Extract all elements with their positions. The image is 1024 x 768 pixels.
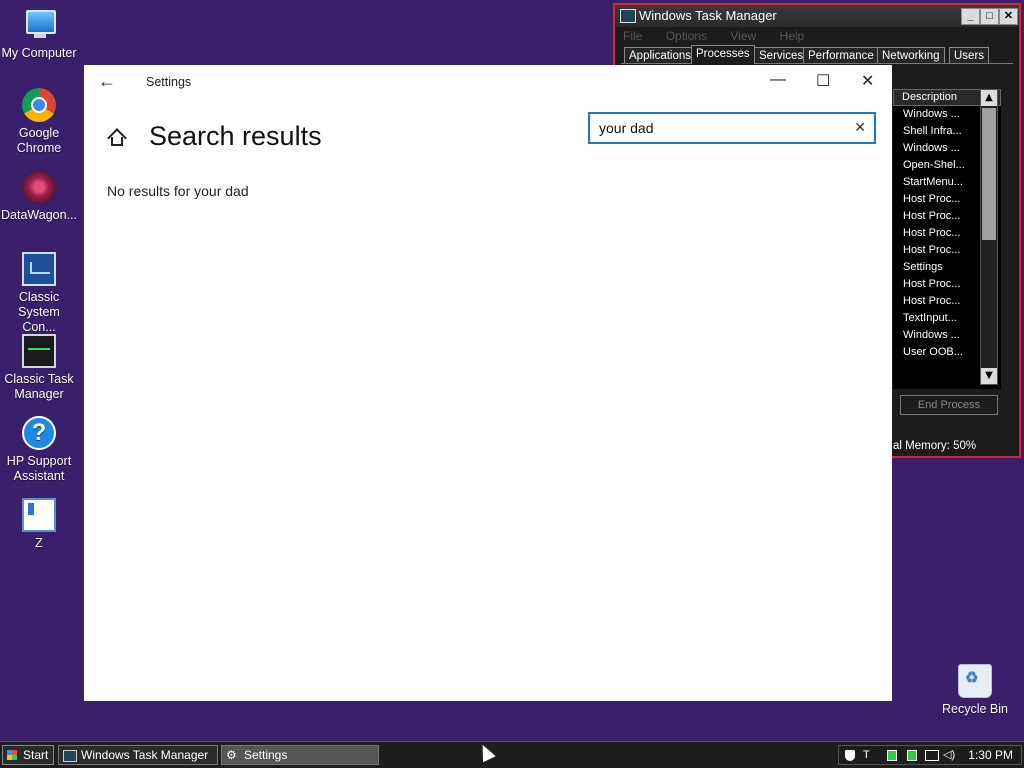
task-manager-icon: [620, 9, 636, 23]
task-manager-titlebar[interactable]: Windows Task Manager _ □ ✕: [615, 5, 1019, 27]
gear-icon: ⚙: [226, 748, 237, 762]
search-input[interactable]: [599, 119, 839, 137]
end-process-button[interactable]: End Process: [900, 395, 998, 415]
tab-services[interactable]: Services: [754, 47, 809, 63]
desktop-icon-label: HP Support Assistant: [6, 454, 72, 483]
status-indicator-icon[interactable]: [907, 750, 917, 761]
start-button[interactable]: Start: [2, 745, 54, 765]
task-manager-tabs: Applications Processes Services Performa…: [621, 45, 1013, 64]
task-manager-title: Windows Task Manager: [639, 8, 777, 23]
scroll-up-arrow-icon[interactable]: ▲: [981, 90, 997, 106]
desktop-icon-datawagon[interactable]: DataWagon...: [0, 170, 78, 223]
desktop-icon-hp-support[interactable]: ? HP Support Assistant: [0, 416, 78, 484]
minimize-button[interactable]: _: [961, 8, 980, 25]
menu-view[interactable]: View: [730, 29, 756, 43]
windows-logo-icon: [7, 750, 17, 760]
desktop-icon-label: Classic Task Manager: [4, 372, 74, 401]
desktop-icon-my-computer[interactable]: My Computer: [0, 8, 78, 61]
menu-file[interactable]: File: [623, 29, 642, 43]
status-indicator-icon[interactable]: [887, 750, 897, 761]
desktop-icon-classic-system-control[interactable]: Classic System Con...: [0, 252, 78, 335]
task-manager-icon: [63, 750, 77, 762]
desktop-icon-google-chrome[interactable]: Google Chrome: [0, 88, 78, 156]
desktop-icon-recycle-bin[interactable]: Recycle Bin: [936, 664, 1014, 717]
recycle-bin-icon: [958, 664, 992, 698]
close-button[interactable]: ✕: [861, 71, 874, 91]
volume-icon[interactable]: ◁): [943, 750, 957, 761]
taskbar-item-settings[interactable]: ⚙ Settings: [221, 745, 379, 765]
tab-processes[interactable]: Processes: [691, 45, 755, 64]
task-manager-icon: [22, 334, 56, 368]
desktop-icon-label: My Computer: [1, 46, 77, 60]
desktop-icon-label: Recycle Bin: [942, 702, 1008, 716]
desktop-icon-label: Classic System Con...: [18, 290, 60, 334]
page-title: Search results: [149, 121, 322, 151]
tab-users[interactable]: Users: [949, 47, 990, 63]
tab-performance[interactable]: Performance: [803, 47, 879, 63]
security-shield-icon[interactable]: [845, 750, 855, 761]
home-icon[interactable]: [107, 128, 127, 148]
document-icon: [22, 498, 56, 532]
maximize-button[interactable]: □: [980, 8, 999, 25]
taskbar: Start Windows Task Manager ⚙ Settings T …: [0, 741, 1024, 768]
taskbar-item-label: Windows Task Manager: [81, 748, 209, 762]
settings-app-title: Settings: [146, 75, 192, 89]
clear-search-icon[interactable]: ✕: [854, 119, 866, 136]
chrome-icon: [22, 88, 56, 122]
clock[interactable]: 1:30 PM: [968, 746, 1013, 764]
start-label: Start: [23, 748, 49, 762]
task-manager-menubar: File Options View Help: [615, 27, 1019, 45]
menu-help[interactable]: Help: [780, 29, 805, 43]
computer-icon: [22, 8, 56, 42]
taskbar-item-label: Settings: [244, 748, 288, 762]
desktop-icon-label: Google Chrome: [16, 126, 62, 155]
scrollbar-thumb[interactable]: [982, 108, 996, 240]
taskbar-item-task-manager[interactable]: Windows Task Manager: [58, 745, 218, 765]
text-input-icon[interactable]: T: [863, 750, 877, 761]
scroll-down-arrow-icon[interactable]: ▼: [981, 368, 997, 384]
desktop-icon-classic-task-manager[interactable]: Classic Task Manager: [0, 334, 78, 402]
help-icon: ?: [22, 416, 56, 450]
minimize-button[interactable]: —: [770, 71, 786, 89]
tab-networking[interactable]: Networking: [877, 47, 945, 63]
datawagon-icon: [22, 170, 56, 204]
desktop-icon-label: Z: [35, 536, 43, 550]
network-icon[interactable]: [925, 750, 939, 761]
process-list-scrollbar[interactable]: ▲ ▼: [980, 89, 998, 385]
system-tray: T ◁) 1:30 PM: [838, 745, 1022, 765]
maximize-button[interactable]: ☐: [816, 71, 830, 91]
desktop-icon-label: DataWagon...: [1, 208, 77, 222]
settings-search-box[interactable]: ✕: [588, 112, 876, 144]
no-results-message: No results for your dad: [107, 183, 249, 199]
control-panel-icon: [22, 252, 56, 286]
close-button[interactable]: ✕: [999, 8, 1018, 25]
desktop-icon-z[interactable]: Z: [0, 498, 78, 551]
settings-window[interactable]: ← Settings — ☐ ✕ Search results ✕ No res…: [84, 65, 892, 701]
memory-status: al Memory: 50%: [893, 440, 977, 452]
menu-options[interactable]: Options: [666, 29, 707, 43]
tab-applications[interactable]: Applications: [624, 47, 697, 63]
back-arrow-icon[interactable]: ←: [98, 71, 116, 92]
